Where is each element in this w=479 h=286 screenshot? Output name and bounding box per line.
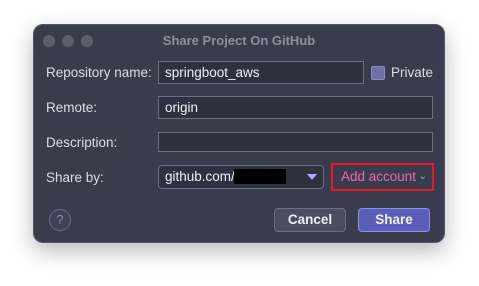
private-checkbox[interactable] bbox=[371, 66, 385, 80]
dialog-title: Share Project On GitHub bbox=[162, 33, 316, 48]
description-label: Description: bbox=[46, 135, 118, 150]
share-button[interactable]: Share bbox=[358, 208, 430, 232]
repository-name-label: Repository name: bbox=[46, 65, 152, 80]
help-button[interactable]: ? bbox=[49, 209, 71, 231]
chevron-down-icon: ⌄ bbox=[418, 171, 427, 182]
remote-input[interactable]: origin bbox=[158, 96, 433, 119]
repository-name-input[interactable]: springboot_aws bbox=[158, 61, 364, 84]
private-label: Private bbox=[391, 65, 434, 80]
remote-label: Remote: bbox=[46, 100, 98, 115]
share-by-value: github.com/ bbox=[165, 169, 235, 184]
share-project-dialog: Share Project On GitHub Repository name:… bbox=[33, 24, 445, 243]
description-input[interactable] bbox=[158, 132, 433, 152]
dropdown-caret-icon bbox=[307, 174, 317, 180]
share-by-select[interactable]: github.com/ bbox=[158, 165, 324, 189]
add-account-button[interactable]: Add account ⌄ bbox=[331, 163, 434, 191]
add-account-label: Add account bbox=[341, 169, 417, 184]
redacted-username bbox=[234, 169, 286, 184]
title-bar: Share Project On GitHub bbox=[34, 25, 444, 55]
share-by-label: Share by: bbox=[46, 170, 104, 185]
cancel-button[interactable]: Cancel bbox=[274, 208, 346, 232]
